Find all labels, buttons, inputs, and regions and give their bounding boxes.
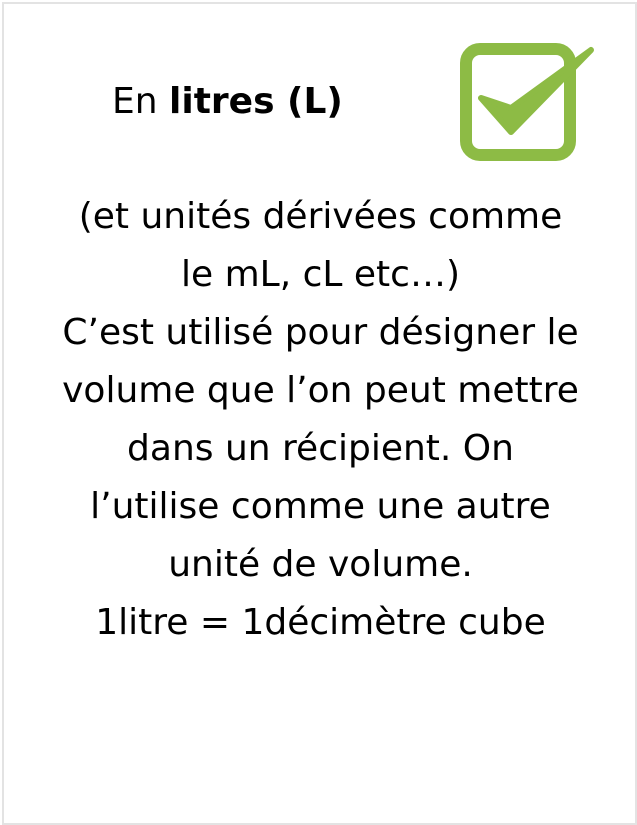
text-line: unité de volume. [168, 544, 473, 585]
text-line: (et unités dérivées comme [78, 196, 563, 237]
text-line: le mL, cL etc…) [181, 254, 460, 295]
heading-prefix: En [112, 81, 170, 122]
checkbox-checked-icon [460, 43, 594, 161]
definition-text: (et unités dérivées comme le mL, cL etc…… [4, 188, 637, 652]
text-line: l’utilise comme une autre [90, 486, 551, 527]
text-line: volume que l’on peut mettre [62, 370, 579, 411]
heading-unit: litres (L) [169, 81, 343, 122]
heading: En litres (L) [112, 76, 343, 128]
text-line: 1litre = 1décimètre cube [95, 602, 546, 643]
text-line: dans un récipient. On [127, 428, 514, 469]
text-line: C’est utilisé pour désigner le [62, 312, 579, 353]
flashcard: En litres (L) (et unités dérivées comme … [2, 2, 637, 825]
